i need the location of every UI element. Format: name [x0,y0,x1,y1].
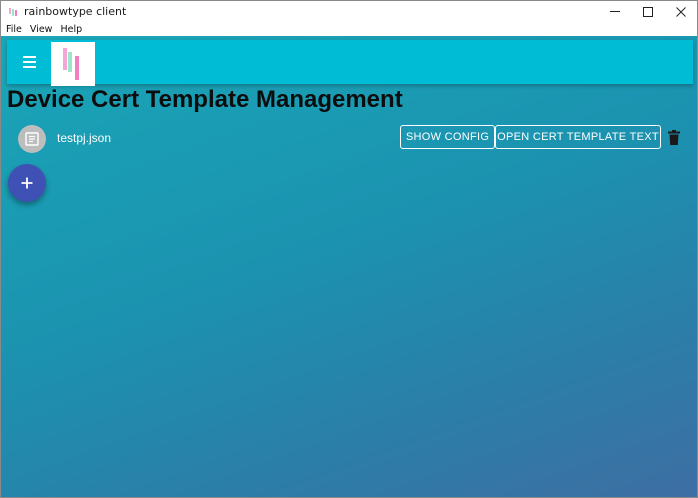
plus-icon [21,177,33,189]
close-button[interactable] [664,1,697,22]
app-logo-icon [8,7,18,17]
file-name: testpj.json [57,131,112,145]
file-avatar [18,125,46,153]
list-item: testpj.json SHOW CONFIG OPEN CERT TEMPLA… [7,122,693,154]
hamburger-icon[interactable] [19,52,39,72]
document-icon [25,132,39,146]
title-bar: rainbowtype client [1,1,697,22]
menu-bar: File View Help [1,22,697,36]
menu-help[interactable]: Help [60,24,82,35]
maximize-button[interactable] [631,1,664,22]
main-content: Device Cert Template Management testpj.j… [1,36,697,497]
add-button[interactable] [8,164,46,202]
rainbowtype-logo [51,42,95,86]
minimize-icon [609,11,620,12]
menu-file[interactable]: File [6,24,22,35]
show-config-button[interactable]: SHOW CONFIG [400,125,495,149]
close-icon [675,6,686,17]
open-cert-template-text-button[interactable]: OPEN CERT TEMPLATE TEXT [495,125,661,149]
trash-icon[interactable] [667,130,681,146]
app-window: rainbowtype client File View Help Device… [0,0,698,498]
menu-view[interactable]: View [30,24,53,35]
maximize-icon [642,6,653,17]
window-title: rainbowtype client [24,5,127,18]
minimize-button[interactable] [598,1,631,22]
page-title: Device Cert Template Management [7,86,403,113]
app-bar [7,40,693,86]
